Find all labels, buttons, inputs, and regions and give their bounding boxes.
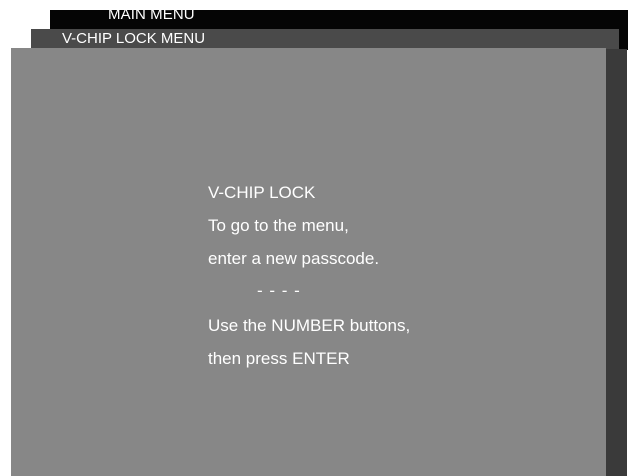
instruction-line-2: enter a new passcode. (208, 249, 380, 268)
instruction-line-3: Use the NUMBER buttons, (208, 316, 411, 335)
passcode-field[interactable]: - - - - (257, 281, 301, 301)
instruction-line-1: To go to the menu, (208, 216, 349, 235)
dialog-title: V-CHIP LOCK (208, 183, 316, 202)
vchip-lock-menu-label: V-CHIP LOCK MENU (62, 30, 206, 47)
instruction-line-4: then press ENTER (208, 349, 350, 368)
panel-shadow (606, 49, 627, 476)
main-menu-label: MAIN MENU (108, 6, 195, 23)
